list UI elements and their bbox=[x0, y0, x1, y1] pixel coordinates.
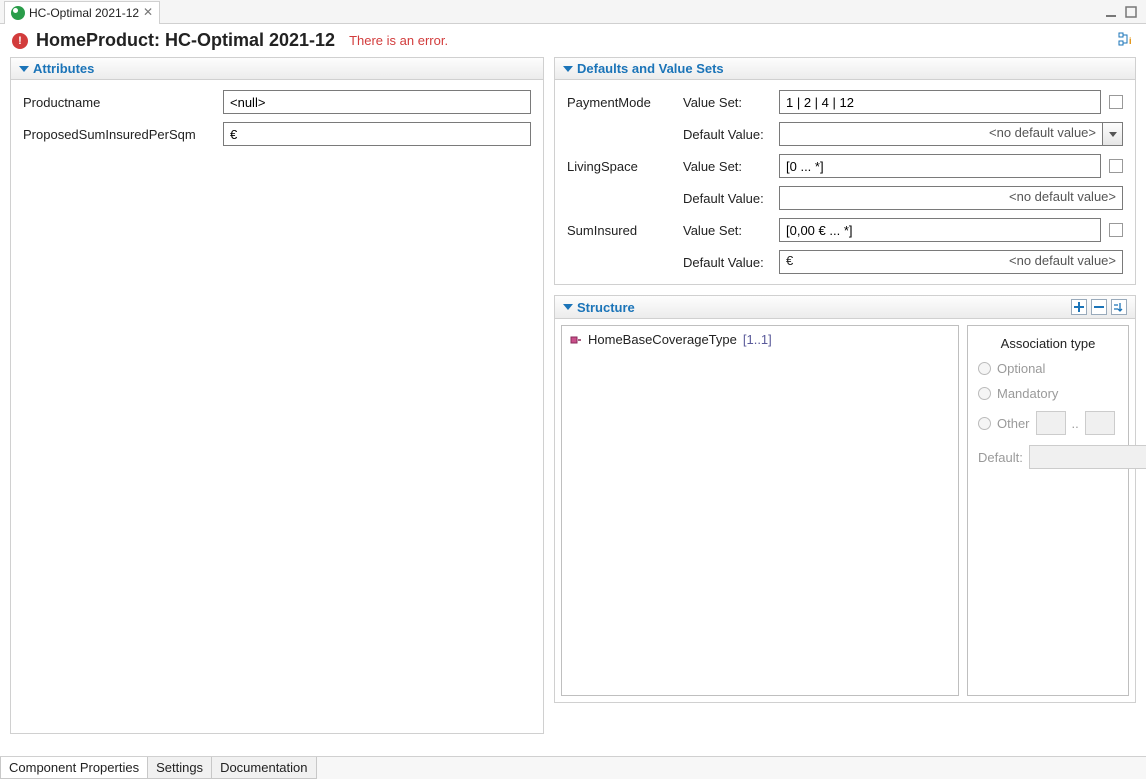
defaults-title: Defaults and Value Sets bbox=[577, 61, 724, 76]
tree-node-cardinality: [1..1] bbox=[743, 332, 772, 347]
assoc-mandatory-label: Mandatory bbox=[997, 386, 1058, 401]
defaults-header[interactable]: Defaults and Value Sets bbox=[554, 57, 1136, 80]
assoc-other-label: Other bbox=[997, 416, 1030, 431]
link-icon[interactable]: i bbox=[1118, 31, 1134, 50]
assoc-default-row: Default: bbox=[978, 445, 1118, 469]
attribute-label: Productname bbox=[23, 95, 223, 110]
component-type-icon bbox=[570, 334, 582, 346]
attributes-panel: Productname ProposedSumInsuredPerSqm bbox=[10, 80, 544, 734]
defaultvalue-label: Default Value: bbox=[683, 127, 779, 142]
paymentmode-valueset-input[interactable] bbox=[779, 90, 1101, 114]
chevron-down-icon bbox=[1109, 132, 1117, 137]
defaultvalue-label: Default Value: bbox=[683, 255, 779, 270]
tree-node-name: HomeBaseCoverageType bbox=[588, 332, 737, 347]
assoc-default-input[interactable] bbox=[1029, 445, 1146, 469]
paymentmode-default-dropdown[interactable] bbox=[1103, 122, 1123, 146]
window-controls bbox=[1104, 5, 1142, 19]
tab-component-properties[interactable]: Component Properties bbox=[0, 757, 148, 779]
association-pane: Association type Optional Mandatory Othe… bbox=[967, 325, 1129, 696]
attributes-title: Attributes bbox=[33, 61, 94, 76]
close-icon[interactable]: ✕ bbox=[143, 5, 153, 20]
productname-input[interactable] bbox=[223, 90, 531, 114]
valueset-label: Value Set: bbox=[683, 223, 779, 238]
suminsured-check[interactable] bbox=[1109, 223, 1123, 237]
bottom-tabbar: Component Properties Settings Documentat… bbox=[0, 756, 1146, 779]
attribute-row: ProposedSumInsuredPerSqm bbox=[23, 122, 531, 146]
editor-tabbar: HC-Optimal 2021-12 ✕ bbox=[0, 0, 1146, 24]
page-title: HomeProduct: HC-Optimal 2021-12 bbox=[36, 30, 335, 51]
editor-tab-title: HC-Optimal 2021-12 bbox=[29, 6, 139, 20]
assoc-other-row: Other .. bbox=[978, 411, 1118, 435]
chevron-down-icon bbox=[19, 66, 29, 72]
assoc-other-dots: .. bbox=[1072, 416, 1079, 431]
assoc-default-label: Default: bbox=[978, 450, 1023, 465]
tab-settings[interactable]: Settings bbox=[147, 757, 212, 779]
default-name: SumInsured bbox=[567, 223, 683, 238]
structure-header[interactable]: Structure bbox=[554, 295, 1136, 319]
editor-tab[interactable]: HC-Optimal 2021-12 ✕ bbox=[4, 1, 160, 24]
structure-tree[interactable]: HomeBaseCoverageType [1..1] bbox=[561, 325, 959, 696]
paymentmode-check[interactable] bbox=[1109, 95, 1123, 109]
assoc-other-max-input[interactable] bbox=[1085, 411, 1115, 435]
livingspace-check[interactable] bbox=[1109, 159, 1123, 173]
defaultvalue-label: Default Value: bbox=[683, 191, 779, 206]
maximize-icon[interactable] bbox=[1124, 5, 1138, 19]
assoc-optional-radio[interactable] bbox=[978, 362, 991, 375]
structure-overflow-button[interactable] bbox=[1111, 299, 1127, 315]
assoc-other-radio[interactable] bbox=[978, 417, 991, 430]
suminsured-default-value: <no default value> bbox=[1009, 253, 1116, 268]
structure-panel: HomeBaseCoverageType [1..1] Association … bbox=[554, 319, 1136, 703]
minimize-icon[interactable] bbox=[1104, 5, 1118, 19]
add-structure-button[interactable] bbox=[1071, 299, 1087, 315]
product-icon bbox=[11, 6, 25, 20]
chevron-down-icon bbox=[563, 66, 573, 72]
suminsured-default-prefix: € bbox=[786, 253, 793, 268]
suminsured-default-input[interactable]: € <no default value> bbox=[779, 250, 1123, 274]
error-icon: ! bbox=[12, 33, 28, 49]
suminsured-valueset-input[interactable] bbox=[779, 218, 1101, 242]
proposedsuminsuredpersqm-input[interactable] bbox=[223, 122, 531, 146]
livingspace-default-input[interactable]: <no default value> bbox=[779, 186, 1123, 210]
attribute-row: Productname bbox=[23, 90, 531, 114]
association-title: Association type bbox=[978, 336, 1118, 351]
attributes-header[interactable]: Attributes bbox=[10, 57, 544, 80]
default-name: LivingSpace bbox=[567, 159, 683, 174]
assoc-optional-label: Optional bbox=[997, 361, 1045, 376]
default-name: PaymentMode bbox=[567, 95, 683, 110]
assoc-optional-row: Optional bbox=[978, 361, 1118, 376]
valueset-label: Value Set: bbox=[683, 159, 779, 174]
livingspace-valueset-input[interactable] bbox=[779, 154, 1101, 178]
assoc-mandatory-row: Mandatory bbox=[978, 386, 1118, 401]
error-message: There is an error. bbox=[349, 33, 448, 48]
structure-title: Structure bbox=[577, 300, 635, 315]
title-bar: ! HomeProduct: HC-Optimal 2021-12 There … bbox=[0, 24, 1146, 57]
paymentmode-default-input[interactable]: <no default value> bbox=[779, 122, 1103, 146]
chevron-down-icon bbox=[563, 304, 573, 310]
attribute-label: ProposedSumInsuredPerSqm bbox=[23, 127, 223, 142]
assoc-mandatory-radio[interactable] bbox=[978, 387, 991, 400]
svg-text:i: i bbox=[1129, 36, 1132, 46]
valueset-label: Value Set: bbox=[683, 95, 779, 110]
defaults-panel: PaymentMode Value Set: Default Value: <n… bbox=[554, 80, 1136, 285]
assoc-other-min-input[interactable] bbox=[1036, 411, 1066, 435]
remove-structure-button[interactable] bbox=[1091, 299, 1107, 315]
tree-node[interactable]: HomeBaseCoverageType [1..1] bbox=[570, 332, 950, 347]
tab-documentation[interactable]: Documentation bbox=[211, 757, 316, 779]
